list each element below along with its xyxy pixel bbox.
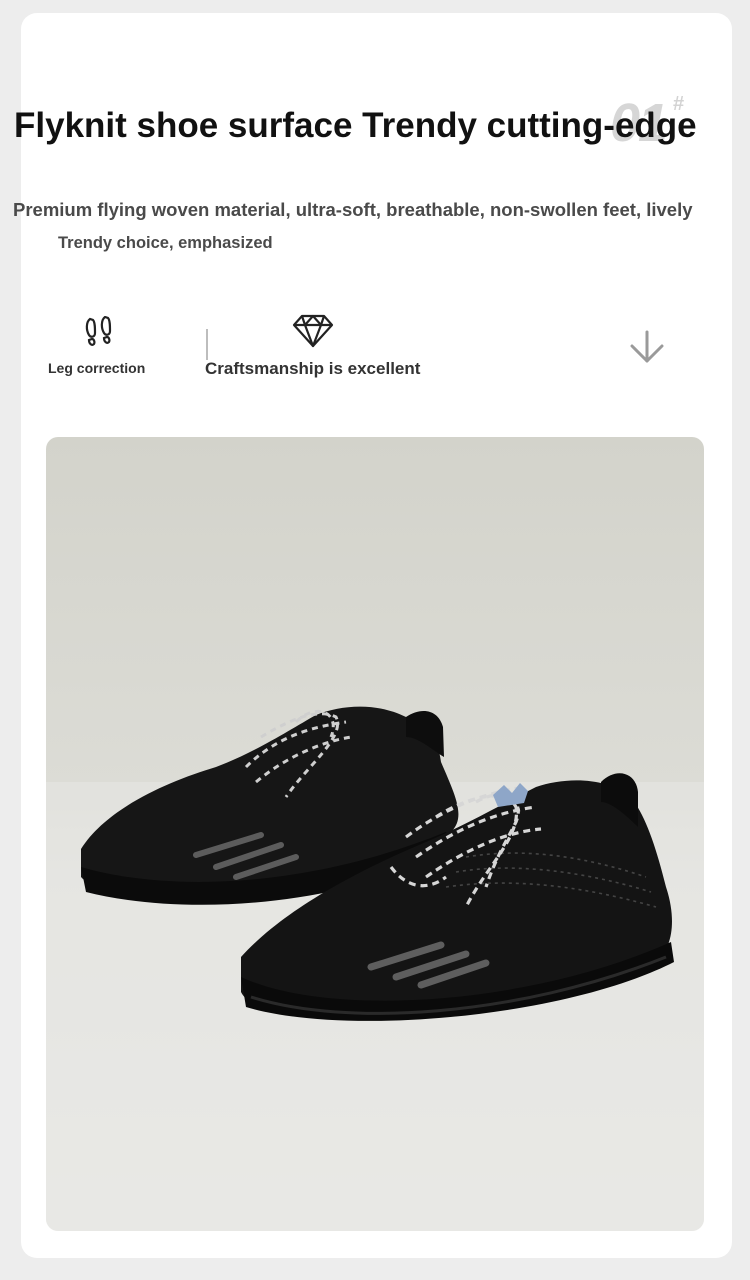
arrow-down-icon (628, 330, 666, 371)
diamond-icon (292, 314, 334, 353)
feature-label-craftsmanship: Craftsmanship is excellent (205, 359, 421, 378)
page-title: Flyknit shoe surface Trendy cutting-edge (14, 106, 697, 145)
product-photo (46, 437, 704, 1231)
page-subtitle-line2: Trendy choice, emphasized (58, 234, 273, 252)
feature-divider (206, 329, 208, 360)
footprints-icon (84, 315, 114, 355)
page-subtitle: Premium flying woven material, ultra-sof… (13, 199, 693, 220)
feature-label-leg-correction: Leg correction (48, 360, 146, 376)
